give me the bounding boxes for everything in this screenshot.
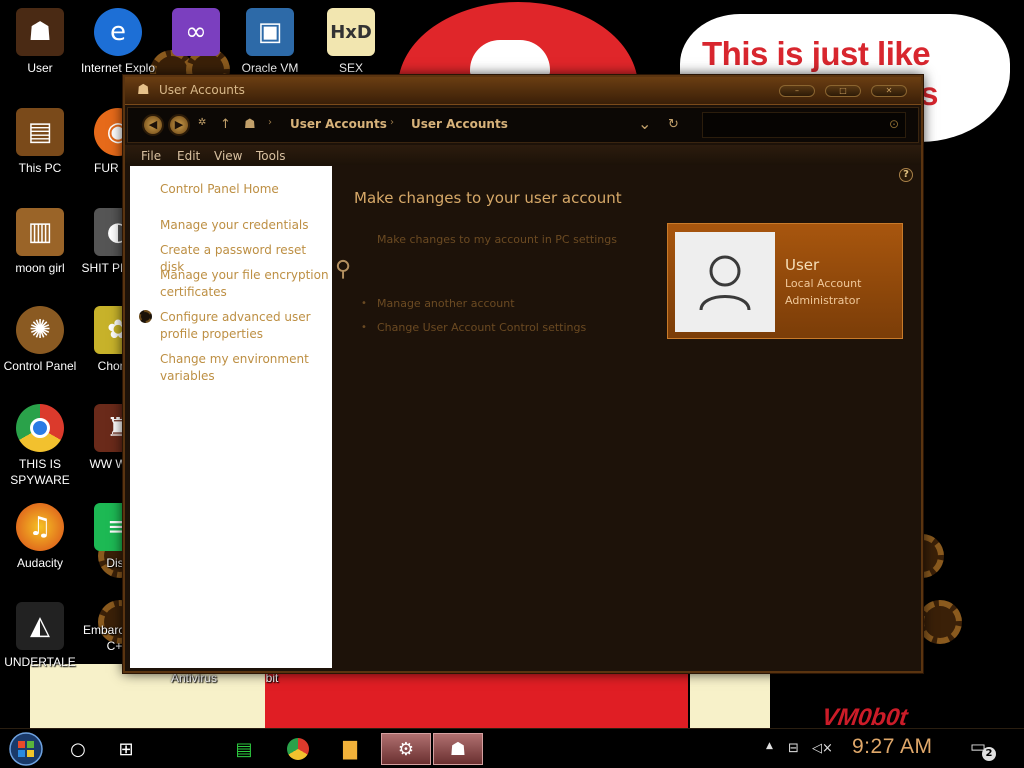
volume-muted-icon[interactable]: ◁× [812,741,833,756]
windows-logo-icon [9,732,43,766]
user-account-tile[interactable]: User Local Account Administrator [667,223,903,339]
up-button[interactable]: ↑ [220,117,231,132]
settings-gear-icon[interactable]: ⚙ [381,733,431,765]
desktop-icon-oracle-vm[interactable]: ▣ Oracle VM [230,8,310,76]
minimize-button[interactable]: – [779,85,815,97]
forward-button[interactable]: ▶ [168,114,190,136]
visual-studio-icon: ∞ [172,8,220,56]
back-button[interactable]: ◀ [142,114,164,136]
user-icon: ☗ [16,8,64,56]
this-pc-icon: ▤ [16,108,64,156]
hxd-editor-icon: HxD [327,8,375,56]
clock[interactable]: 9:27 AM [852,735,933,759]
unity-icon: ◭ [16,602,64,650]
avatar [675,232,775,332]
desktop-icon-sex[interactable]: HxD SEX [311,8,391,76]
user-accounts-location-icon: ☗ [244,117,256,132]
encryption-certificates-link[interactable]: Manage your file encryption certificates [160,267,330,301]
user-name: User [785,256,820,274]
desktop-icon-visual-studio[interactable]: ∞ [156,8,236,60]
desktop-icon-user[interactable]: ☗ User [0,8,80,76]
breadcrumb-separator-icon: › [268,117,272,128]
breadcrumb-item[interactable]: User Accounts [290,117,387,131]
search-circle-icon[interactable]: ○ [56,733,100,765]
window-titlebar[interactable]: ☗ User Accounts – □ ✕ [125,77,921,105]
maximize-button[interactable]: □ [825,85,861,97]
help-icon[interactable]: ? [899,168,913,182]
wallpaper-red-block [262,664,688,736]
address-bar: ◀ ▶ ✲ ↑ ☗ › User Accounts › User Account… [127,107,919,143]
network-icon[interactable]: ⊟ [788,741,799,756]
desktop-icon-control-panel[interactable]: ✺ Control Panel [0,306,80,374]
task-view-icon[interactable]: ⊞ [104,733,148,765]
file-explorer-icon[interactable]: ▇ [328,733,372,765]
menu-view[interactable]: View [214,149,242,163]
desktop-icon-moon-girl[interactable]: ▥ moon girl [0,208,80,276]
start-button[interactable] [6,732,46,766]
breadcrumb-item[interactable]: User Accounts [411,117,508,131]
refresh-button[interactable]: ↻ [668,117,679,132]
window-title: User Accounts [159,83,245,97]
user-accounts-taskbar-icon[interactable]: ☗ [433,733,483,765]
folder-icon: ▥ [16,208,64,256]
chrome-icon [16,404,64,452]
page-heading: Make changes to your user account [354,189,622,207]
desktop-icon-this-pc[interactable]: ▤ This PC [0,108,80,176]
tasks-sidebar: Control Panel Home Manage your credentia… [130,166,332,668]
notification-count-badge: 2 [982,747,996,761]
search-input[interactable] [703,113,873,135]
close-button[interactable]: ✕ [871,85,907,97]
bullet-icon: • [361,322,367,333]
environment-variables-link[interactable]: Change my environment variables [160,351,330,385]
bubble-line-1: This is just like [702,35,931,72]
desktop-icon-internet-explorer[interactable]: e Internet Explo [78,8,158,76]
advanced-profile-properties-link[interactable]: Configure advanced user profile properti… [160,309,330,343]
menu-bar: File Edit View Tools [125,145,921,165]
chevron-up-icon[interactable]: ▲ [766,741,773,751]
shield-gear-icon [139,310,152,323]
user-accounts-icon: ☗ [137,82,150,98]
menu-tools[interactable]: Tools [256,149,286,163]
virtualbox-icon: ▣ [246,8,294,56]
main-content: ? Make changes to your user account Make… [332,166,921,668]
search-icon[interactable]: ⊙ [889,117,899,131]
manage-another-account-link[interactable]: Manage another account [377,297,515,310]
notes-app-icon[interactable]: ▤ [222,733,266,765]
gear-decoration-icon [918,600,962,644]
menu-file[interactable]: File [141,149,161,163]
desktop-icon-chrome[interactable]: THIS IS SPYWARE [0,404,80,488]
pc-settings-link[interactable]: Make changes to my account in PC setting… [377,233,617,246]
desktop-icon-undertale[interactable]: ◭ UNDERTALE [0,602,80,670]
wallpaper-cream-shape [690,664,770,736]
uac-settings-link[interactable]: Change User Account Control settings [377,321,586,334]
account-role: Administrator [785,294,860,307]
account-type: Local Account [785,277,862,290]
chevron-down-icon[interactable]: ⌄ [638,114,651,133]
chrome-taskbar-icon[interactable] [276,733,320,765]
user-accounts-window[interactable]: ☗ User Accounts – □ ✕ ◀ ▶ ✲ ↑ ☗ › User A… [123,75,923,673]
manage-credentials-link[interactable]: Manage your credentials [160,217,330,234]
audacity-icon: ♫ [16,503,64,551]
wallpaper-hand [470,40,550,76]
taskbar: ○ ⊞ ▤ ▇ ⚙ ☗ ▲ ⊟ ◁× 9:27 AM ▭ 2 [0,728,1024,768]
user-silhouette-icon [699,255,751,311]
bullet-icon: • [361,298,367,309]
magnifier-icon: ⚲ [335,257,352,282]
menu-edit[interactable]: Edit [177,149,200,163]
desktop-icon-audacity[interactable]: ♫ Audacity [0,503,80,571]
control-panel-icon: ✺ [16,306,64,354]
search-box[interactable]: ⊙ [702,112,906,138]
edge-browser-icon: e [94,8,142,56]
control-panel-home-link[interactable]: Control Panel Home [160,181,330,198]
breadcrumb-separator-icon: › [390,117,394,128]
notification-center-button[interactable]: ▭ 2 [970,737,996,761]
recent-locations-icon[interactable]: ✲ [198,117,206,128]
